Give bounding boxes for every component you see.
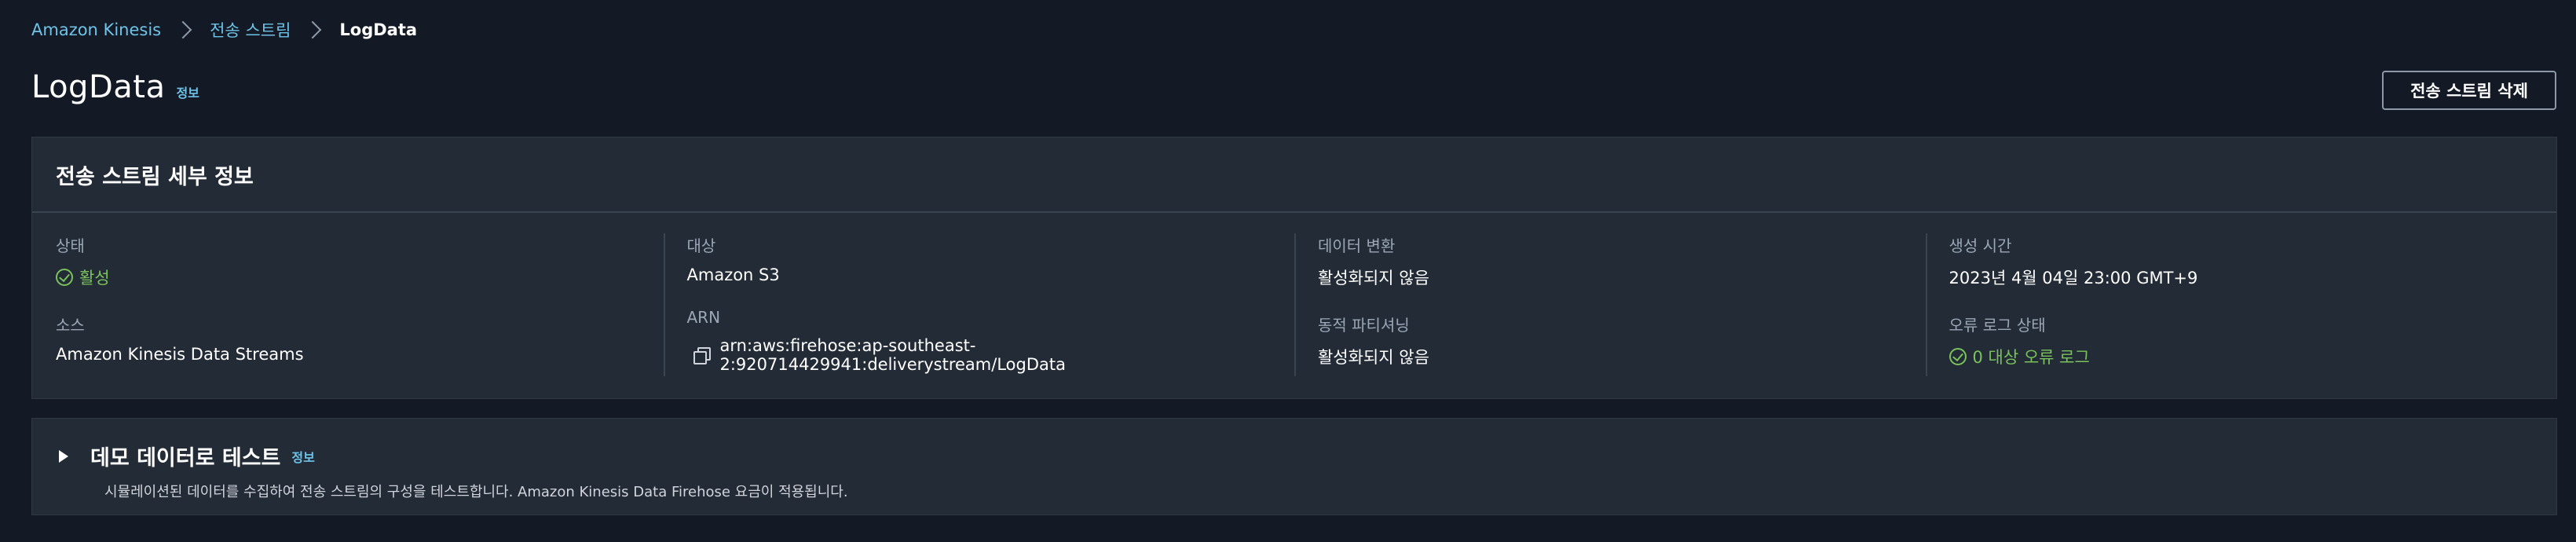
check-circle-icon bbox=[1948, 348, 1967, 365]
data-transform-field: 데이터 변환 활성화되지 않음 bbox=[1318, 233, 1902, 289]
details-panel-title: 전송 스트림 세부 정보 bbox=[56, 164, 254, 189]
dynamic-partitioning-label: 동적 파티셔닝 bbox=[1318, 316, 1410, 335]
status-label: 상태 bbox=[56, 236, 85, 255]
created-at-value: 2023년 4월 04일 23:00 GMT+9 bbox=[1948, 269, 2198, 287]
arn-text: arn:aws:firehose:ap-southeast-2:92071442… bbox=[719, 336, 1067, 374]
data-transform-label: 데이터 변환 bbox=[1318, 236, 1396, 255]
data-transform-value: 활성화되지 않음 bbox=[1318, 269, 1429, 287]
arn-field: ARN arn:aws:firehose:ap-southeast-2:9207… bbox=[687, 308, 1272, 374]
copy-icon[interactable] bbox=[693, 347, 711, 364]
dynamic-partitioning-value: 활성화되지 않음 bbox=[1318, 348, 1429, 367]
destination-field: 대상 Amazon S3 bbox=[687, 233, 1272, 284]
breadcrumb-link-delivery-streams[interactable]: 전송 스트림 bbox=[210, 18, 291, 42]
details-panel: 전송 스트림 세부 정보 상태 활성 소스 Amazon Kinesis Dat… bbox=[31, 137, 2557, 399]
error-log-status-label: 오류 로그 상태 bbox=[1948, 316, 2046, 335]
status-value: 활성 bbox=[56, 266, 640, 289]
breadcrumb-link-amazon-kinesis[interactable]: Amazon Kinesis bbox=[31, 20, 161, 39]
caret-right-icon[interactable] bbox=[59, 449, 68, 463]
page-title: LogData bbox=[31, 69, 166, 105]
page: Amazon Kinesis 전송 스트림 LogData LogData 정보… bbox=[0, 0, 2576, 542]
error-log-status-value[interactable]: 0 대상 오류 로그 bbox=[1948, 345, 2534, 368]
details-column-1: 상태 활성 소스 Amazon Kinesis Data Streams bbox=[32, 213, 664, 398]
status-field: 상태 활성 bbox=[56, 233, 640, 289]
check-circle-icon bbox=[56, 269, 73, 286]
destination-value: Amazon S3 bbox=[686, 266, 780, 284]
demo-title[interactable]: 데모 데이터로 테스트 bbox=[90, 441, 280, 471]
status-text: 활성 bbox=[79, 269, 110, 287]
dynamic-partitioning-field: 동적 파티셔닝 활성화되지 않음 bbox=[1318, 313, 1902, 368]
details-column-3: 데이터 변환 활성화되지 않음 동적 파티셔닝 활성화되지 않음 bbox=[1294, 213, 1926, 398]
created-at-field: 생성 시간 2023년 4월 04일 23:00 GMT+9 bbox=[1949, 233, 2534, 289]
demo-header[interactable]: 데모 데이터로 테스트 정보 bbox=[56, 441, 2556, 471]
demo-panel: 데모 데이터로 테스트 정보 시뮬레이션된 데이터를 수집하여 전송 스트림의 … bbox=[31, 418, 2557, 515]
error-log-status-field: 오류 로그 상태 0 대상 오류 로그 bbox=[1948, 313, 2534, 368]
page-header: LogData 정보 bbox=[31, 69, 199, 105]
arn-value: arn:aws:firehose:ap-southeast-2:92071442… bbox=[687, 336, 1272, 374]
details-panel-header: 전송 스트림 세부 정보 bbox=[32, 137, 2556, 213]
arn-label: ARN bbox=[686, 308, 721, 327]
breadcrumb-current: LogData bbox=[339, 20, 418, 39]
delete-stream-button[interactable]: 전송 스트림 삭제 bbox=[2382, 71, 2556, 110]
details-grid: 상태 활성 소스 Amazon Kinesis Data Streams 대상 … bbox=[32, 213, 2556, 398]
demo-description: 시뮬레이션된 데이터를 수집하여 전송 스트림의 구성을 테스트합니다. Ama… bbox=[104, 484, 848, 500]
created-at-label: 생성 시간 bbox=[1948, 236, 2012, 255]
source-field: 소스 Amazon Kinesis Data Streams bbox=[56, 313, 640, 364]
details-column-2: 대상 Amazon S3 ARN arn:aws:firehose:ap-sou… bbox=[663, 213, 1295, 398]
error-log-status-text[interactable]: 0 대상 오류 로그 bbox=[1973, 345, 2090, 368]
demo-info-link[interactable]: 정보 bbox=[291, 447, 314, 466]
chevron-right-icon bbox=[304, 20, 322, 39]
destination-label: 대상 bbox=[686, 236, 716, 255]
breadcrumb: Amazon Kinesis 전송 스트림 LogData bbox=[31, 17, 417, 42]
header-info-link[interactable]: 정보 bbox=[176, 82, 199, 101]
chevron-right-icon bbox=[174, 20, 192, 39]
source-label: 소스 bbox=[56, 316, 85, 335]
details-column-4: 생성 시간 2023년 4월 04일 23:00 GMT+9 오류 로그 상태 … bbox=[1925, 213, 2557, 398]
source-value: Amazon Kinesis Data Streams bbox=[56, 345, 304, 364]
